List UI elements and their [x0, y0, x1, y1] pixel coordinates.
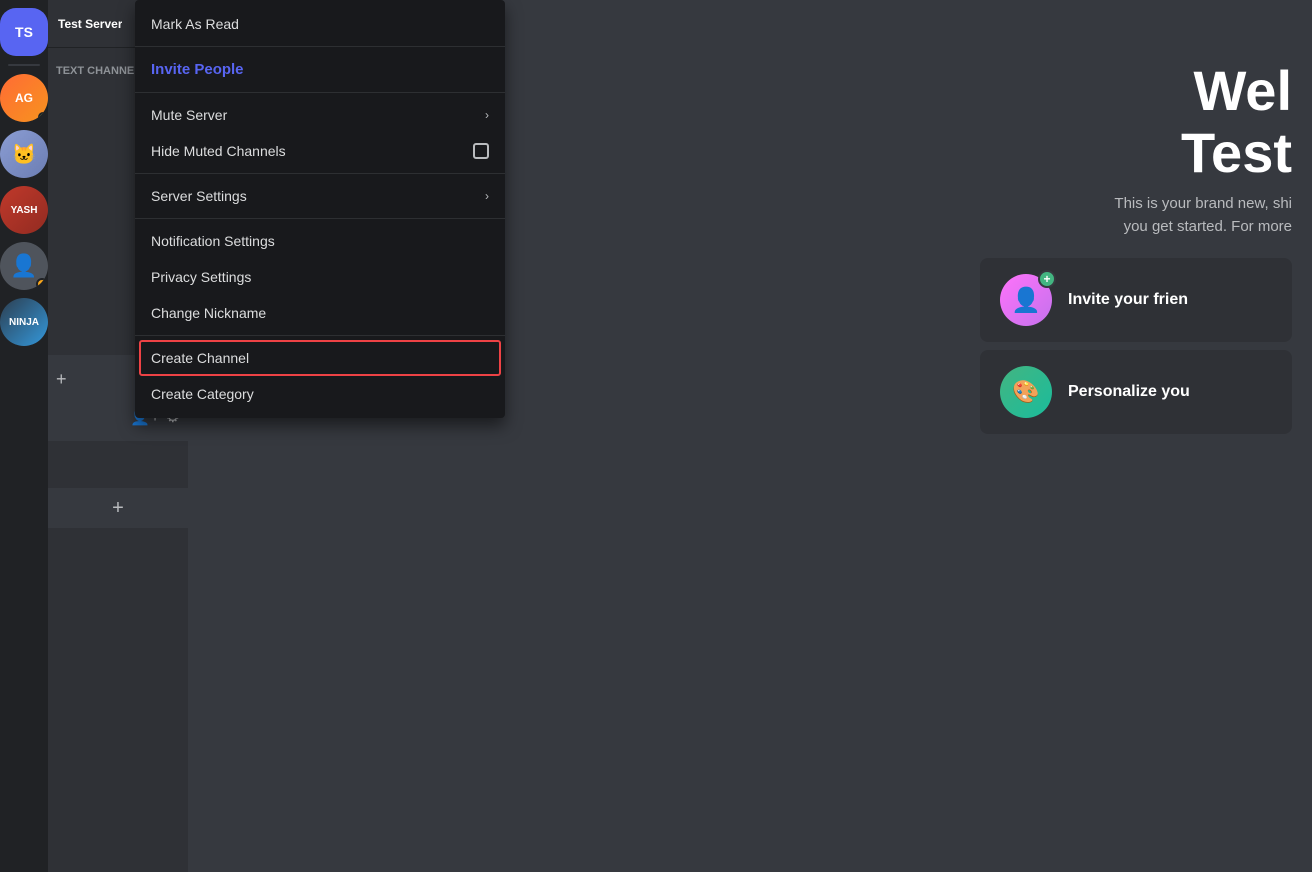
invite-emoji: 👤	[1011, 286, 1041, 315]
welcome-subtitle: This is your brand new, shi you get star…	[980, 193, 1292, 238]
menu-item-change-nickname[interactable]: Change Nickname	[139, 295, 501, 331]
welcome-title: Wel Test	[980, 60, 1292, 183]
chevron-right-icon: ›	[485, 108, 489, 122]
personalize-emoji: 🎨	[1012, 379, 1039, 405]
chevron-right-icon-2: ›	[485, 189, 489, 203]
server-icon-ts[interactable]: TS	[0, 8, 48, 56]
invite-friends-label: Invite your frien	[1068, 291, 1188, 309]
menu-divider-2	[135, 92, 505, 93]
menu-divider-4	[135, 218, 505, 219]
invite-friends-card[interactable]: 👤 + Invite your frien	[980, 258, 1292, 342]
personalize-card[interactable]: 🎨 Personalize you	[980, 350, 1292, 434]
menu-item-create-category[interactable]: Create Category	[139, 376, 501, 412]
menu-item-create-channel[interactable]: Create Channel	[139, 340, 501, 376]
plus-badge: +	[1038, 270, 1056, 288]
menu-item-privacy-settings[interactable]: Privacy Settings	[139, 259, 501, 295]
welcome-area: Wel Test This is your brand new, shi you…	[980, 0, 1312, 872]
menu-item-invite-people[interactable]: Invite People	[139, 51, 501, 88]
server-icon-ninja[interactable]: NINJA	[0, 298, 48, 346]
menu-divider-1	[135, 46, 505, 47]
server-icon-ag[interactable]: AG	[0, 74, 48, 122]
menu-item-hide-muted-channels[interactable]: Hide Muted Channels	[139, 133, 501, 169]
server-name[interactable]: Test Server	[58, 17, 122, 31]
plus-icon-1[interactable]: +	[56, 369, 67, 390]
menu-item-mute-server[interactable]: Mute Server ›	[139, 97, 501, 133]
server-icon-yash[interactable]: YASH	[0, 186, 48, 234]
hide-muted-checkbox[interactable]	[473, 143, 489, 159]
server-icon-cat[interactable]: 🐱	[0, 130, 48, 178]
menu-divider-5	[135, 335, 505, 336]
menu-item-notification-settings[interactable]: Notification Settings	[139, 223, 501, 259]
plus-icon-2[interactable]: +	[112, 497, 124, 520]
server-divider	[8, 64, 40, 66]
personalize-icon: 🎨	[1000, 366, 1052, 418]
menu-divider-3	[135, 173, 505, 174]
welcome-title-line2: Test	[980, 122, 1292, 184]
invite-icon: 👤 +	[1000, 274, 1052, 326]
welcome-title-line1: Wel	[980, 60, 1292, 122]
menu-item-server-settings[interactable]: Server Settings ›	[139, 178, 501, 214]
server-icon-person[interactable]: 👤	[0, 242, 48, 290]
menu-item-mark-as-read[interactable]: Mark As Read	[139, 6, 501, 42]
context-menu: Mark As Read Invite People Mute Server ›…	[135, 0, 505, 418]
personalize-label: Personalize you	[1068, 383, 1190, 401]
server-sidebar: TS AG 🐱 YASH 👤 NINJA	[0, 0, 48, 872]
